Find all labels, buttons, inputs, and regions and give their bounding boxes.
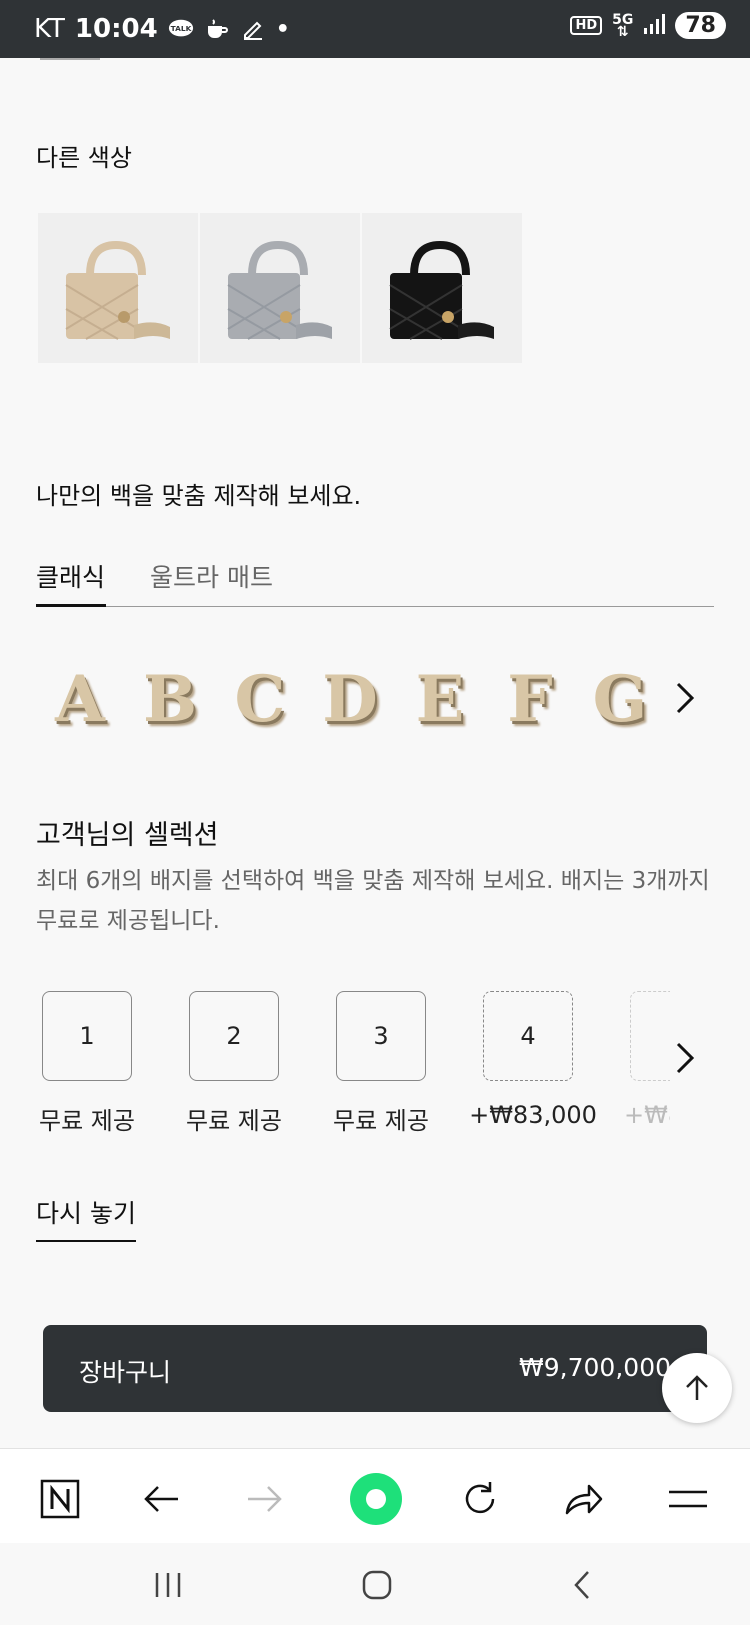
material-tabs: 클래식 울트라 매트 <box>36 548 714 607</box>
green-circle-icon <box>350 1473 402 1525</box>
selection-title: 고객님의 셀렉션 <box>36 820 219 851</box>
slot-3-caption: 무료 제공 <box>333 1107 429 1135</box>
coffee-icon <box>204 18 230 40</box>
menu-icon <box>669 1490 707 1508</box>
letter-badge-g[interactable]: G <box>580 660 660 740</box>
chevron-right-icon <box>676 682 695 714</box>
letter-badge-e[interactable]: E <box>400 660 480 740</box>
cart-price: ₩9,700,000 <box>519 1353 671 1382</box>
cart-button[interactable]: 장바구니 ₩9,700,000 <box>43 1325 707 1412</box>
badge-slot-4[interactable]: 4 <box>483 991 573 1081</box>
share-button[interactable] <box>556 1471 612 1527</box>
slot-2-caption: 무료 제공 <box>186 1107 282 1135</box>
letter-badge-a[interactable]: A <box>40 660 120 740</box>
badge-slot-2[interactable]: 2 <box>189 991 279 1081</box>
active-tab-underline <box>36 604 106 607</box>
status-bar: KT 10:04 TALK • HD 5G ⇅ 78 <box>0 0 750 58</box>
browser-forward-button[interactable] <box>236 1471 292 1527</box>
badge-slot-3[interactable]: 3 <box>336 991 426 1081</box>
letter-badge-c[interactable]: C <box>220 660 300 740</box>
slot-4-caption: +₩83,000 <box>469 1101 597 1129</box>
customize-title: 나만의 백을 맞춤 제작해 보세요. <box>36 482 362 510</box>
slot-5-caption: +₩8 <box>624 1101 670 1129</box>
clock: 10:04 <box>74 14 158 44</box>
home-button[interactable] <box>352 1563 402 1607</box>
status-left: KT 10:04 TALK • <box>34 14 290 44</box>
back-chevron-icon <box>574 1571 589 1599</box>
battery-indicator: 78 <box>675 12 726 39</box>
letter-badge-f[interactable]: F <box>490 660 570 740</box>
network-5g-icon: 5G ⇅ <box>612 11 634 40</box>
product-content: 다른 색상 나만의 백을 맞춤 제작해 보세요. 클래식 울트라 매트 A B … <box>0 58 750 1448</box>
carrier-label: KT <box>34 14 65 44</box>
letter-badge-carousel: A B C D E F G <box>36 648 676 748</box>
reset-button[interactable]: 다시 놓기 <box>36 1194 136 1242</box>
partial-top-text <box>40 52 100 60</box>
kakaotalk-icon: TALK <box>168 18 194 40</box>
green-dot-button[interactable] <box>348 1471 404 1527</box>
talk-badge-text: TALK <box>170 24 191 33</box>
letter-badge-d[interactable]: D <box>310 660 390 740</box>
status-right: HD 5G ⇅ 78 <box>570 12 726 39</box>
selection-description: 최대 6개의 배지를 선택하여 백을 맞춤 제작해 보세요. 배지는 3개까지 … <box>36 868 710 934</box>
color-thumb-black[interactable] <box>362 213 522 363</box>
network-label: 5G <box>612 11 634 28</box>
system-navigation-bar <box>0 1543 750 1625</box>
slot-1-caption: 무료 제공 <box>39 1107 135 1135</box>
badge-slot-1[interactable]: 1 <box>42 991 132 1081</box>
browser-back-button[interactable] <box>134 1471 190 1527</box>
refresh-icon <box>465 1482 495 1514</box>
color-thumb-gray[interactable] <box>200 213 360 363</box>
browser-toolbar <box>0 1448 750 1544</box>
recent-apps-button[interactable] <box>143 1563 193 1607</box>
forward-arrow-icon <box>248 1486 282 1512</box>
slots-next-button[interactable] <box>670 1038 700 1082</box>
color-thumb-beige[interactable] <box>38 213 198 363</box>
naver-home-button[interactable] <box>32 1471 88 1527</box>
black-bag-icon <box>362 213 522 363</box>
hd-badge: HD <box>570 16 603 35</box>
cart-label: 장바구니 <box>79 1358 172 1387</box>
chevron-right-icon <box>676 1042 695 1074</box>
recent-apps-icon <box>155 1573 181 1597</box>
letter-badge-b[interactable]: B <box>130 660 210 740</box>
share-icon <box>565 1484 603 1515</box>
letters-next-button[interactable] <box>670 678 700 722</box>
gray-bag-icon <box>200 213 360 363</box>
tab-classic[interactable]: 클래식 <box>36 558 105 594</box>
refresh-button[interactable] <box>452 1471 508 1527</box>
back-arrow-icon <box>144 1486 178 1512</box>
tab-ultra-matte[interactable]: 울트라 매트 <box>150 558 273 594</box>
signal-icon <box>643 13 666 38</box>
menu-button[interactable] <box>660 1471 716 1527</box>
notification-dot-icon: • <box>275 16 290 42</box>
system-back-button[interactable] <box>558 1563 608 1607</box>
scroll-to-top-button[interactable] <box>662 1353 732 1423</box>
arrow-up-icon <box>686 1375 708 1400</box>
edit-icon <box>240 18 266 40</box>
naver-n-icon <box>40 1479 80 1519</box>
other-colors-title: 다른 색상 <box>36 144 132 172</box>
badge-slot-5[interactable] <box>630 991 670 1081</box>
beige-bag-icon <box>38 213 198 363</box>
home-icon <box>362 1570 392 1600</box>
